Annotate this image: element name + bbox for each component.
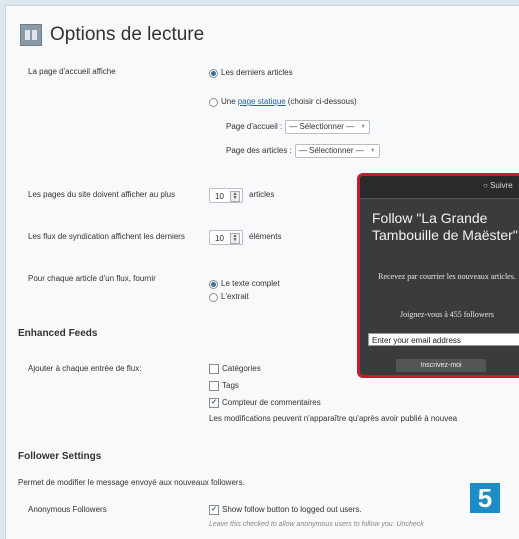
popup-topbar: ○ Suivre <box>360 176 519 199</box>
step-number-badge: 5 <box>470 483 500 513</box>
option-static-prefix: Une <box>221 97 236 106</box>
posts-page-row: Page des articles : — Sélectionner — ▼ <box>226 144 380 158</box>
radio-latest[interactable] <box>209 68 218 78</box>
option-latest-posts[interactable]: Les derniers articles <box>209 68 293 78</box>
categories-label: Catégories <box>222 364 261 373</box>
circle-icon: ○ <box>483 181 488 190</box>
posts-per-page-input[interactable]: 10 ▲ ▼ <box>209 188 243 203</box>
option-excerpt-label: L'extrait <box>221 292 249 301</box>
feed-items-input[interactable]: 10 ▲ ▼ <box>209 230 243 245</box>
popup-follower-count: Joignez-vous à 455 followers <box>400 310 494 319</box>
show-follow-label: Show follow button to logged out users. <box>222 505 362 514</box>
chevron-down-icon: ▼ <box>369 148 376 154</box>
enhanced-feeds-label: Ajouter à chaque entrée de flux: <box>28 364 142 373</box>
feeds-note: Les modifications peuvent n'apparaître q… <box>209 414 458 423</box>
popup-title: Follow "La Grande Tambouille de Maëster" <box>372 210 518 243</box>
feed-items-unit: éléments <box>249 232 282 241</box>
posts-select-value: — Sélectionner — <box>298 146 364 155</box>
checkbox-show-follow[interactable]: ✓ <box>209 505 219 515</box>
feed-items-value: 10 <box>215 234 224 243</box>
radio-excerpt[interactable] <box>209 292 218 302</box>
home-page-row: Page d'accueil : — Sélectionner — ▼ <box>226 120 371 134</box>
option-static-suffix: (choisir ci-dessous) <box>287 97 357 106</box>
option-full-label: Le texte complet <box>221 279 280 288</box>
home-select-value: — Sélectionner — <box>289 122 355 131</box>
option-excerpt[interactable]: L'extrait <box>209 292 249 302</box>
option-show-follow[interactable]: ✓ Show follow button to logged out users… <box>209 505 362 515</box>
feed-content-label: Pour chaque article d'un flux, fournir <box>28 274 156 283</box>
follow-popup: ○ Suivre Follow "La Grande Tambouille de… <box>357 173 519 378</box>
checkbox-comment-count[interactable]: ✓ <box>209 398 219 408</box>
posts-per-page-unit: articles <box>249 190 275 199</box>
posts-per-page-label: Les pages du site doivent afficher au pl… <box>28 190 176 199</box>
email-field[interactable]: Enter your email address <box>368 333 519 346</box>
checkbox-categories[interactable] <box>209 364 219 374</box>
chevron-down-icon: ▼ <box>360 124 367 130</box>
front-page-label: La page d'accueil affiche <box>28 67 116 76</box>
option-categories[interactable]: Catégories <box>209 364 261 374</box>
option-latest-label: Les derniers articles <box>221 68 293 77</box>
posts-page-select[interactable]: — Sélectionner — ▼ <box>294 144 380 158</box>
posts-per-page-value: 10 <box>215 192 224 201</box>
settings-page-icon <box>20 24 42 46</box>
follow-button-label: Suivre <box>490 181 513 190</box>
anonymous-followers-hint: Leave this checked to allow anonymous us… <box>209 521 424 528</box>
option-comment-count[interactable]: ✓ Compteur de commentaires <box>209 398 321 408</box>
static-page-link[interactable]: page statique <box>238 97 286 107</box>
follower-settings-heading: Follower Settings <box>18 451 102 462</box>
stepper-icon[interactable]: ▲ ▼ <box>230 233 240 244</box>
follower-settings-description: Permet de modifier le message envoyé aux… <box>18 478 245 487</box>
tags-label: Tags <box>222 381 239 390</box>
checkbox-tags[interactable] <box>209 381 219 391</box>
stepper-icon[interactable]: ▲ ▼ <box>230 191 240 202</box>
feed-items-label: Les flux de syndication affichent les de… <box>28 232 185 241</box>
posts-page-label: Page des articles : <box>226 146 292 155</box>
subscribe-button[interactable]: Inscrivez-moi <box>396 359 486 372</box>
radio-static[interactable] <box>209 97 218 107</box>
home-page-select[interactable]: — Sélectionner — ▼ <box>285 120 371 134</box>
anonymous-followers-label: Anonymous Followers <box>28 505 107 514</box>
home-page-label: Page d'accueil : <box>226 122 283 131</box>
comment-count-label: Compteur de commentaires <box>222 398 321 407</box>
page-title: Options de lecture <box>50 24 205 45</box>
radio-full-text[interactable] <box>209 279 218 289</box>
popup-subtitle: Recevez par courrier les nouveaux articl… <box>378 272 516 281</box>
follow-button[interactable]: ○ Suivre <box>483 181 513 190</box>
page-header: Options de lecture <box>20 24 204 46</box>
option-tags[interactable]: Tags <box>209 381 239 391</box>
option-static-page[interactable]: Une page statique (choisir ci-dessous) <box>209 97 357 107</box>
enhanced-feeds-heading: Enhanced Feeds <box>18 328 98 339</box>
option-full-text[interactable]: Le texte complet <box>209 279 280 289</box>
